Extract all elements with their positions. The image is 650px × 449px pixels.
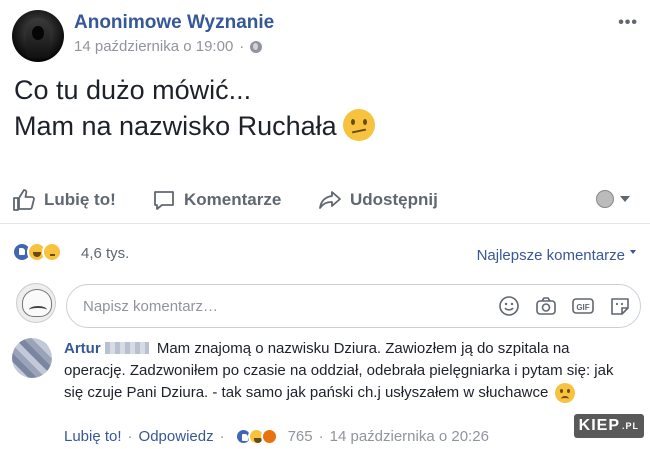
kiep-watermark-logo: KIEP .PL xyxy=(573,414,644,438)
thumbs-up-icon xyxy=(13,189,35,211)
avatar-face xyxy=(32,26,44,40)
share-button-label: Udostępnij xyxy=(350,190,438,209)
post-text-line-1: Co tu dużo mówić... xyxy=(14,75,252,105)
speech-bubble-icon xyxy=(154,191,174,210)
comment-body: Artur Mam znajomą o nazwisku Dziura. Zaw… xyxy=(64,338,634,404)
post-text-line-2-content: Mam na nazwisko Ruchała xyxy=(14,111,337,141)
emoji-icon[interactable] xyxy=(497,294,521,318)
user-avatar xyxy=(16,283,56,323)
page-avatar[interactable] xyxy=(12,10,64,62)
separator: · xyxy=(127,428,133,445)
comment-button-label: Komentarze xyxy=(184,190,282,209)
sad-face-emoji-icon xyxy=(554,383,575,404)
commenter-avatar[interactable] xyxy=(12,338,52,378)
sad-reaction-icon xyxy=(42,242,62,262)
share-arrow-icon xyxy=(319,191,341,209)
reaction-count[interactable]: 4,6 tys. xyxy=(81,245,129,262)
comment-timestamp[interactable]: 14 października o 20:26 xyxy=(330,428,489,445)
post-header: Anonimowe Wyznanie 14 października o 19:… xyxy=(12,10,638,62)
reaction-icons[interactable] xyxy=(12,242,62,262)
like-button[interactable]: Lubię to! xyxy=(12,188,116,212)
globe-icon xyxy=(250,40,263,53)
blurred-surname xyxy=(104,342,149,355)
chevron-down-icon xyxy=(620,196,630,202)
identity-avatar-icon xyxy=(596,190,614,208)
confused-face-emoji-icon xyxy=(342,108,375,141)
comment-reaction-count[interactable]: 765 xyxy=(288,428,313,445)
angry-reaction-icon xyxy=(260,428,278,445)
watermark-main: KIEP xyxy=(578,417,620,434)
like-button-label: Lubię to! xyxy=(44,190,116,209)
camera-icon[interactable] xyxy=(534,294,558,318)
comment-input-tools: GIF xyxy=(497,294,632,318)
comment-reaction-icons[interactable] xyxy=(234,428,278,445)
comment-button[interactable]: Komentarze xyxy=(152,188,281,212)
sort-comments-dropdown[interactable]: Najlepsze komentarze xyxy=(477,247,636,264)
watermark-suffix: .PL xyxy=(621,421,639,431)
post-text-line-2: Mam na nazwisko Ruchała xyxy=(14,108,375,144)
chevron-down-icon xyxy=(630,249,636,254)
post-text: Co tu dużo mówić... Mam na nazwisko Ruch… xyxy=(14,72,375,144)
separator: · xyxy=(239,38,245,55)
commenter-name-link[interactable]: Artur xyxy=(64,340,101,357)
separator: · xyxy=(219,428,225,445)
post-meta: 14 października o 19:00 · xyxy=(74,38,263,55)
comment-reply-link[interactable]: Odpowiedz xyxy=(139,428,214,445)
reactions-row: 4,6 tys. Najlepsze komentarze xyxy=(0,228,650,278)
svg-text:GIF: GIF xyxy=(576,303,589,312)
separator: · xyxy=(318,428,324,445)
sort-comments-label: Najlepsze komentarze xyxy=(476,247,625,264)
comment-actions: Lubię to! · Odpowiedz · 765 · 14 paździe… xyxy=(64,428,489,445)
more-options-icon[interactable]: ••• xyxy=(618,14,638,32)
gif-icon[interactable]: GIF xyxy=(571,294,595,318)
comment-composer: GIF xyxy=(0,280,650,330)
choose-identity-dropdown[interactable] xyxy=(596,190,630,208)
page-name-link[interactable]: Anonimowe Wyznanie xyxy=(74,12,274,34)
troll-face-icon xyxy=(22,289,52,317)
sticker-icon[interactable] xyxy=(608,294,632,318)
comment: Artur Mam znajomą o nazwisku Dziura. Zaw… xyxy=(0,334,650,449)
post-action-bar: Lubię to! Komentarze Udostępnij xyxy=(0,176,650,224)
comment-like-link[interactable]: Lubię to! xyxy=(64,428,122,445)
post-timestamp[interactable]: 14 października o 19:00 xyxy=(74,38,233,55)
share-button[interactable]: Udostępnij xyxy=(318,188,438,212)
